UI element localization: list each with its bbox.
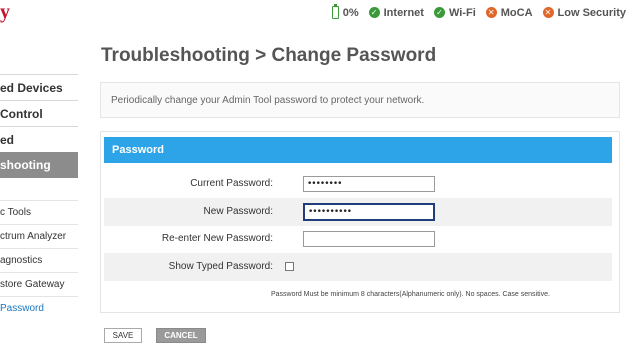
sidebar-subitem-restore-gateway[interactable]: store Gateway bbox=[0, 272, 78, 296]
security-status[interactable]: ✕ Low Security bbox=[542, 6, 626, 19]
sidebar-subitem-change-password[interactable]: Password bbox=[0, 296, 78, 320]
wifi-label: Wi-Fi bbox=[448, 6, 476, 19]
show-password-label: Show Typed Password: bbox=[168, 261, 273, 272]
internet-label: Internet bbox=[383, 6, 424, 19]
x-circle-icon: ✕ bbox=[485, 7, 497, 18]
show-password-checkbox[interactable] bbox=[285, 262, 294, 271]
sidebar-subitem-spectrum-analyzer[interactable]: ctrum Analyzer bbox=[0, 224, 78, 248]
reenter-password-field[interactable] bbox=[303, 231, 435, 247]
wifi-status[interactable]: ✓ Wi-Fi bbox=[433, 6, 476, 19]
sidebar-subitem-diagnostics[interactable]: agnostics bbox=[0, 248, 78, 272]
reenter-password-label: Re-enter New Password: bbox=[161, 233, 273, 244]
password-rules-note: Password Must be minimum 8 characters(Al… bbox=[271, 291, 550, 298]
battery-label: 0% bbox=[342, 6, 359, 19]
security-label: Low Security bbox=[557, 6, 626, 19]
sidebar-item-troubleshooting[interactable]: shooting bbox=[0, 152, 78, 178]
save-button[interactable]: SAVE bbox=[104, 328, 142, 343]
moca-status[interactable]: ✕ MoCA bbox=[485, 6, 533, 19]
reenter-password-row: Re-enter New Password: bbox=[104, 225, 612, 253]
current-password-row: Current Password: bbox=[104, 170, 612, 198]
check-circle-icon: ✓ bbox=[433, 7, 445, 18]
sidebar-item-connected-devices[interactable]: ed Devices bbox=[0, 74, 78, 100]
page-title: Troubleshooting > Change Password bbox=[101, 45, 437, 66]
cancel-button[interactable]: CANCEL bbox=[156, 328, 206, 343]
brand-logo[interactable]: y bbox=[0, 1, 10, 24]
moca-label: MoCA bbox=[500, 6, 533, 19]
panel-header: Password bbox=[104, 137, 612, 163]
new-password-field[interactable] bbox=[303, 203, 435, 221]
x-circle-icon: ✕ bbox=[542, 7, 554, 18]
check-circle-icon: ✓ bbox=[368, 7, 380, 18]
current-password-label: Current Password: bbox=[190, 178, 273, 189]
sidebar-item-advanced[interactable]: ed bbox=[0, 126, 78, 152]
info-box: Periodically change your Admin Tool pass… bbox=[100, 82, 620, 118]
battery-icon bbox=[331, 4, 339, 19]
show-password-row: Show Typed Password: bbox=[104, 253, 612, 281]
sidebar-item-parental-control[interactable]: Control bbox=[0, 100, 78, 126]
sidebar-subitem-logs[interactable]: c Tools bbox=[0, 200, 78, 224]
new-password-row: New Password: bbox=[104, 198, 612, 226]
sidebar: ed Devices Control ed shooting c Tools c… bbox=[0, 48, 78, 320]
new-password-label: New Password: bbox=[203, 206, 273, 217]
battery-status: 0% bbox=[331, 4, 359, 19]
internet-status[interactable]: ✓ Internet bbox=[368, 6, 424, 19]
status-bar: 0% ✓ Internet ✓ Wi-Fi ✕ MoCA ✕ Low Secur… bbox=[331, 4, 626, 19]
current-password-field[interactable] bbox=[303, 176, 435, 192]
